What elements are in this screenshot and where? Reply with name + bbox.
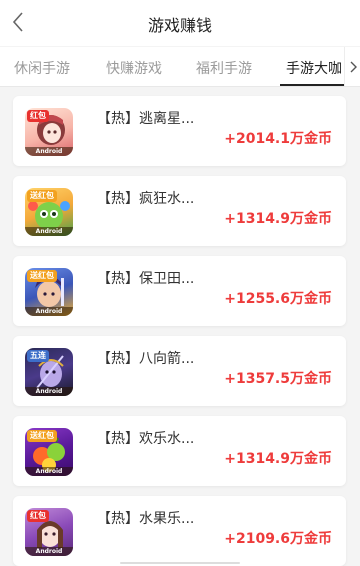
game-reward: +2014.1万金币 bbox=[224, 131, 332, 147]
game-card[interactable]: 送红包 Android 【热】疯狂水... +1314.9万金币 bbox=[13, 176, 346, 246]
game-reward: +1314.9万金币 bbox=[224, 211, 332, 227]
game-card[interactable]: 红包 Android 【热】水果乐... +2109.6万金币 bbox=[13, 496, 346, 566]
game-reward: +2109.6万金币 bbox=[224, 531, 332, 547]
game-icon: 五连 Android bbox=[25, 348, 73, 396]
game-name: 【热】欢乐水... bbox=[97, 431, 195, 447]
game-name: 【热】水果乐... bbox=[97, 511, 195, 527]
android-label: Android bbox=[25, 547, 73, 556]
red-packet-badge: 送红包 bbox=[27, 190, 57, 202]
tab-welfare-games[interactable]: 福利手游 bbox=[196, 58, 252, 78]
home-indicator bbox=[120, 562, 240, 564]
game-card[interactable]: 红包 Android 【热】逃离星... +2014.1万金币 bbox=[13, 96, 346, 166]
android-label: Android bbox=[25, 227, 73, 236]
game-icon: 红包 Android bbox=[25, 508, 73, 556]
top-bar: 游戏赚钱 bbox=[0, 0, 360, 46]
tab-bar: 休闲手游 快赚游戏 福利手游 手游大咖 bbox=[0, 47, 360, 87]
red-packet-badge: 红包 bbox=[27, 110, 49, 122]
game-icon: 送红包 Android bbox=[25, 428, 73, 476]
red-packet-badge: 红包 bbox=[27, 510, 49, 522]
game-reward: +1255.6万金币 bbox=[224, 291, 332, 307]
chevron-right-icon bbox=[350, 61, 357, 73]
game-name: 【热】保卫田... bbox=[97, 271, 195, 287]
red-packet-badge: 送红包 bbox=[27, 270, 57, 282]
android-label: Android bbox=[25, 467, 73, 476]
game-reward: +1357.5万金币 bbox=[224, 371, 332, 387]
game-icon: 送红包 Android bbox=[25, 268, 73, 316]
page-title: 游戏赚钱 bbox=[147, 16, 212, 35]
game-card[interactable]: 送红包 Android 【热】保卫田... +1255.6万金币 bbox=[13, 256, 346, 326]
android-label: Android bbox=[25, 147, 73, 156]
android-label: Android bbox=[25, 307, 73, 316]
tab-casual-games[interactable]: 休闲手游 bbox=[14, 58, 70, 78]
tab-scroll-button[interactable] bbox=[344, 47, 360, 86]
game-name: 【热】八向箭... bbox=[97, 351, 195, 367]
game-reward: +1314.9万金币 bbox=[224, 451, 332, 467]
android-label: Android bbox=[25, 387, 73, 396]
game-name: 【热】疯狂水... bbox=[97, 191, 195, 207]
red-packet-badge: 送红包 bbox=[27, 430, 57, 442]
game-icon: 红包 Android bbox=[25, 108, 73, 156]
game-icon: 送红包 Android bbox=[25, 188, 73, 236]
tab-quick-earn-games[interactable]: 快赚游戏 bbox=[106, 58, 162, 78]
active-tab-indicator bbox=[280, 84, 346, 86]
tab-game-master[interactable]: 手游大咖 bbox=[286, 58, 342, 78]
game-card[interactable]: 五连 Android 【热】八向箭... +1357.5万金币 bbox=[13, 336, 346, 406]
combo-badge: 五连 bbox=[27, 350, 49, 362]
game-card[interactable]: 送红包 Android 【热】欢乐水... +1314.9万金币 bbox=[13, 416, 346, 486]
game-name: 【热】逃离星... bbox=[97, 111, 195, 127]
